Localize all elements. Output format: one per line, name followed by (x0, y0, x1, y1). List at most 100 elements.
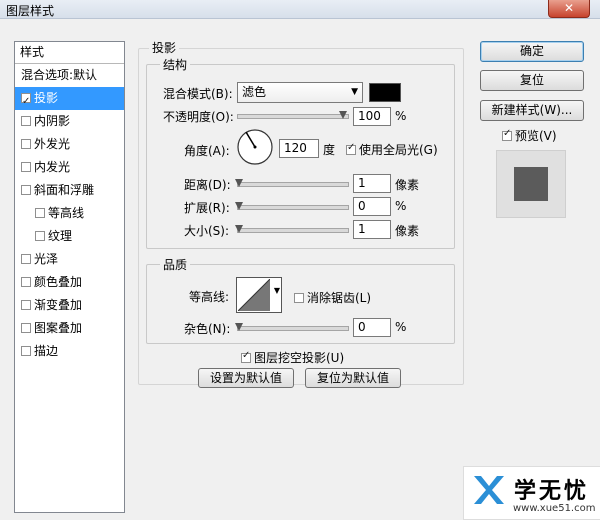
style-item-label: 投影 (34, 91, 59, 105)
style-item-label: 光泽 (34, 252, 59, 266)
style-item-checkbox[interactable] (21, 299, 31, 310)
size-label: 大小(S): (184, 224, 230, 238)
shadow-color-swatch[interactable] (369, 83, 401, 102)
size-unit: 像素 (395, 224, 420, 238)
global-light-check-icon (346, 142, 356, 155)
style-item[interactable]: 描边 (15, 340, 124, 363)
style-item-label: 图案叠加 (34, 321, 83, 335)
close-button[interactable]: ✕ (548, 0, 590, 18)
new-style-button[interactable]: 新建样式(W)... (480, 100, 584, 121)
watermark-url: www.xue51.com (513, 503, 596, 514)
preview-check-icon (502, 128, 512, 141)
noise-input[interactable]: 0 (353, 318, 391, 337)
size-input[interactable]: 1 (353, 220, 391, 239)
structure-title: 结构 (160, 56, 191, 73)
blend-mode-select[interactable]: 滤色 ▼ (237, 82, 363, 103)
styles-list-header: 样式 (15, 42, 124, 64)
opacity-unit: % (395, 109, 407, 123)
style-item-label: 外发光 (34, 137, 71, 151)
antialias-check-icon (294, 292, 304, 303)
watermark: 学无忧 www.xue51.com (463, 466, 600, 520)
distance-unit: 像素 (395, 178, 420, 192)
size-slider[interactable] (237, 228, 349, 233)
style-item-label: 内阴影 (34, 114, 71, 128)
styles-list: 样式 混合选项:默认投影内阴影外发光内发光斜面和浮雕等高线纹理光泽颜色叠加渐变叠… (14, 41, 125, 513)
style-item-checkbox[interactable] (21, 184, 31, 195)
style-item-checkbox[interactable] (35, 207, 45, 218)
style-item[interactable]: 图案叠加 (15, 317, 124, 340)
style-item[interactable]: 光泽 (15, 248, 124, 271)
distance-slider[interactable] (237, 182, 349, 187)
knockout-label: 图层挖空投影(U) (254, 351, 345, 365)
contour-dropdown-icon: ▼ (273, 286, 280, 295)
style-item[interactable]: 纹理 (15, 225, 124, 248)
opacity-slider[interactable] (237, 114, 349, 119)
noise-label: 杂色(N): (184, 322, 231, 336)
style-item-label: 渐变叠加 (34, 298, 83, 312)
style-item[interactable]: 等高线 (15, 202, 124, 225)
style-item-label: 斜面和浮雕 (34, 183, 95, 197)
distance-input[interactable]: 1 (353, 174, 391, 193)
style-item-label: 内发光 (34, 160, 71, 174)
noise-unit: % (395, 320, 407, 334)
spread-unit: % (395, 199, 407, 213)
style-item-checkbox[interactable] (21, 90, 31, 113)
style-item[interactable]: 混合选项:默认 (15, 64, 124, 87)
reset-button[interactable]: 复位 (480, 70, 584, 91)
style-item[interactable]: 投影 (15, 87, 124, 113)
opacity-input[interactable]: 100 (353, 107, 391, 126)
global-light-checkbox[interactable]: 使用全局光(G) (346, 141, 438, 158)
preview-checkbox[interactable]: 预览(V) (502, 127, 557, 144)
knockout-checkbox[interactable]: 图层挖空投影(U) (241, 349, 344, 366)
style-item-label: 颜色叠加 (34, 275, 83, 289)
preview-swatch (514, 167, 548, 201)
quality-title: 品质 (160, 256, 191, 273)
style-item[interactable]: 斜面和浮雕 (15, 179, 124, 202)
style-item-checkbox[interactable] (21, 253, 31, 264)
drop-shadow-title: 投影 (149, 39, 180, 56)
knockout-check-icon (241, 350, 251, 363)
blend-mode-value: 滤色 (242, 85, 267, 99)
opacity-label: 不透明度(O): (163, 110, 234, 124)
spread-slider-thumb[interactable] (235, 202, 243, 210)
spread-input[interactable]: 0 (353, 197, 391, 216)
chevron-down-icon: ▼ (351, 87, 358, 97)
ok-button[interactable]: 确定 (480, 41, 584, 62)
style-item-checkbox[interactable] (21, 345, 31, 356)
close-icon: ✕ (563, 1, 575, 15)
blend-mode-label: 混合模式(B): (163, 87, 233, 101)
distance-slider-thumb[interactable] (235, 179, 243, 187)
style-item-label: 等高线 (48, 206, 85, 220)
style-item-checkbox[interactable] (35, 230, 45, 241)
reset-default-button[interactable]: 复位为默认值 (305, 368, 401, 388)
noise-slider[interactable] (237, 326, 349, 331)
angle-dial[interactable] (236, 128, 274, 166)
style-item[interactable]: 内发光 (15, 156, 124, 179)
contour-picker[interactable]: ▼ (236, 277, 282, 313)
noise-slider-thumb[interactable] (235, 323, 243, 331)
style-item[interactable]: 渐变叠加 (15, 294, 124, 317)
global-light-label: 使用全局光(G) (359, 143, 438, 157)
style-item-checkbox[interactable] (21, 276, 31, 287)
angle-input[interactable]: 120 (279, 139, 319, 158)
style-item-checkbox[interactable] (21, 322, 31, 333)
style-item[interactable]: 外发光 (15, 133, 124, 156)
window-title: 图层样式 (6, 4, 55, 18)
watermark-brand: 学无忧 (514, 479, 590, 504)
distance-label: 距离(D): (184, 178, 231, 192)
opacity-slider-thumb[interactable] (339, 111, 347, 119)
contour-preview-icon (238, 279, 270, 311)
spread-label: 扩展(R): (184, 201, 230, 215)
size-slider-thumb[interactable] (235, 225, 243, 233)
spread-slider[interactable] (237, 205, 349, 210)
antialias-checkbox[interactable]: 消除锯齿(L) (294, 289, 371, 306)
style-item-label: 纹理 (48, 229, 73, 243)
title-bar: 图层样式 ✕ (0, 0, 600, 19)
make-default-button[interactable]: 设置为默认值 (198, 368, 294, 388)
style-item-checkbox[interactable] (21, 115, 31, 126)
style-item[interactable]: 内阴影 (15, 110, 124, 133)
style-item-checkbox[interactable] (21, 138, 31, 149)
style-item-checkbox[interactable] (21, 161, 31, 172)
style-item[interactable]: 颜色叠加 (15, 271, 124, 294)
preview-thumbnail (496, 150, 566, 218)
